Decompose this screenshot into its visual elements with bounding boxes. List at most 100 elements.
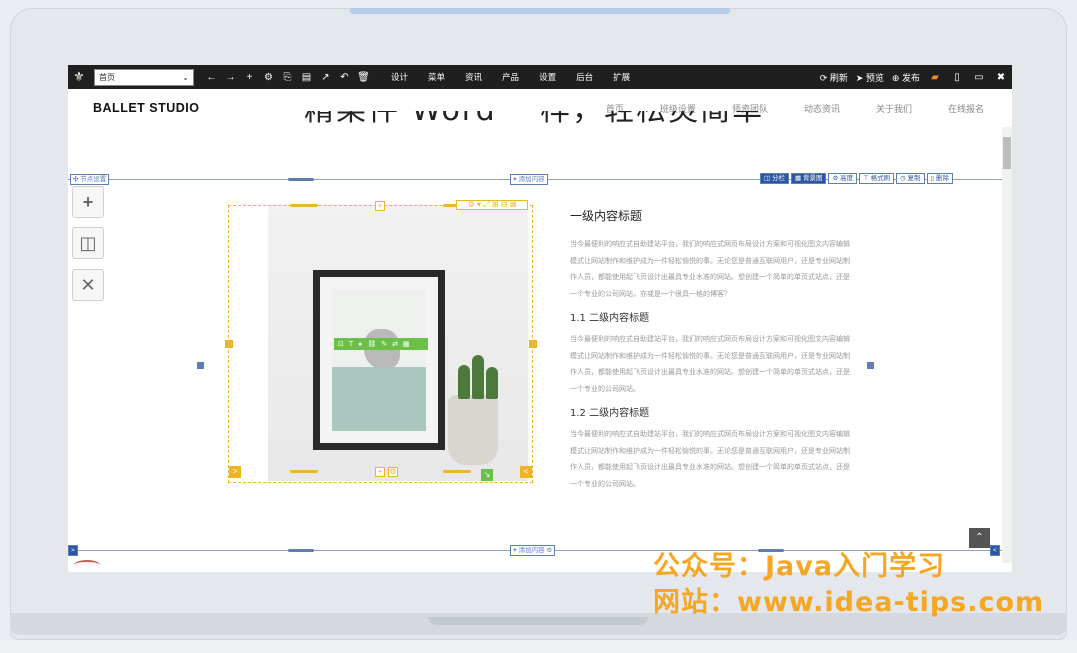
info-icon[interactable]: ● (358, 341, 362, 348)
delete-section-button[interactable]: ▯ 删除 (926, 173, 953, 184)
watermark-line-1: 公众号：Java入门学习 (653, 551, 946, 582)
gallery-icon[interactable]: ▦ (403, 340, 410, 348)
page-scroll-thumb[interactable] (1003, 137, 1011, 169)
copy-icon[interactable]: ⎘ (278, 72, 297, 83)
delete-icon[interactable]: 🗑 (354, 72, 373, 83)
clock-icon: ◷ (900, 175, 906, 182)
section-settings-label: 节点设置 (80, 176, 107, 183)
laptop-top-highlight (350, 8, 730, 14)
menu-settings[interactable]: 设置 (529, 71, 566, 83)
resize-bottom-dash[interactable] (290, 470, 318, 473)
paste-icon[interactable]: ▤ (297, 72, 316, 83)
settings-icon[interactable]: ⚙ (259, 72, 278, 83)
page-select-value: 首页 (99, 72, 115, 82)
desktop-view-icon[interactable]: ▭ (968, 72, 990, 83)
scrolled-heading: 精某件 Word 一样，轻松灵简单 (304, 111, 764, 135)
collapse-right-icon[interactable]: < (990, 545, 1000, 556)
section-guide-dash (288, 549, 314, 552)
undo-icon[interactable]: ← (202, 72, 221, 83)
page-scrollbar[interactable] (1002, 127, 1012, 563)
move-left-icon[interactable]: > (229, 466, 241, 478)
resize-left-handle[interactable] (225, 340, 233, 348)
format-painter-button[interactable]: ⊤ 格式刷 (859, 173, 895, 184)
section-guide-dash (288, 178, 314, 181)
link-icon[interactable]: ↘ (481, 469, 493, 481)
chat-icon[interactable]: ▰ (924, 72, 946, 83)
chevron-up-icon: ⌃ (975, 532, 984, 543)
site-nav-item-about[interactable]: 关于我们 (876, 102, 912, 115)
globe-icon: ⊕ (891, 72, 900, 83)
site-brand[interactable]: BALLET STUDIO (93, 101, 200, 115)
chevron-down-icon: ⌄ (182, 72, 189, 82)
crop-icon[interactable]: ⊡ (338, 340, 344, 348)
text-content-column[interactable]: 一级内容标题 当今最便利的响应式自助建站平台，我们的响应式网页布局设计方案和可视… (570, 207, 850, 499)
brush-icon: ⊤ (863, 175, 869, 182)
add-content-top-button[interactable]: + 添加内容 (510, 174, 548, 185)
add-below-icon[interactable]: + (375, 467, 385, 477)
resize-top-dash[interactable] (290, 204, 318, 207)
refresh-label: 刷新 (829, 72, 848, 83)
send-icon: ➤ (855, 72, 864, 83)
columns-button[interactable]: ◫ 分栏 (760, 173, 789, 184)
refresh-button[interactable]: ⟳ 刷新 (816, 71, 852, 84)
add-above-icon[interactable]: + (375, 201, 385, 211)
column-left-handle[interactable] (197, 362, 204, 369)
site-nav-item-news[interactable]: 动态资讯 (804, 102, 840, 115)
add-icon[interactable]: + (240, 72, 259, 83)
resize-bottom-dash[interactable] (443, 470, 471, 473)
back-icon[interactable]: ↶ (335, 72, 354, 83)
publish-label: 发布 (901, 72, 920, 83)
close-icon: ✕ (80, 274, 96, 295)
copy-section-button[interactable]: ◷ 复制 (896, 173, 925, 184)
refresh-icon: ⟳ (819, 72, 828, 83)
resize-right-handle[interactable] (529, 340, 537, 348)
columns-icon: ◫ (764, 175, 771, 182)
trash-icon: ▯ (930, 175, 935, 182)
back-to-top-button[interactable]: ⌃ (969, 528, 990, 548)
section-toolstrip: ◫ 分栏 ▦ 背景图 ⚙ 高度 ⊤ 格式刷 ◷ 复制 ▯ 删除 (760, 173, 953, 184)
publish-button[interactable]: ⊕ 发布 (888, 71, 924, 84)
remove-module-button[interactable]: ✕ (72, 269, 104, 301)
text-icon[interactable]: T (349, 341, 353, 348)
menu-products[interactable]: 产品 (492, 71, 529, 83)
height-label: 高度 (840, 175, 854, 182)
redo-icon[interactable]: → (221, 72, 240, 83)
section-settings-tag[interactable]: ✣ 节点设置 (70, 174, 110, 185)
settings-below-icon[interactable]: ⚙ (388, 467, 398, 477)
edit-icon[interactable]: ✎ (381, 340, 387, 348)
editor-screen: ⚜ 首页 ⌄ ← → + ⚙ ⎘ ▤ ↗ ↶ 🗑 设计 菜单 资讯 产品 设置 … (68, 65, 1012, 572)
gear-icon: ⚙ (832, 175, 839, 182)
menu-backend[interactable]: 后台 (566, 71, 603, 83)
menu-design[interactable]: 设计 (381, 71, 418, 83)
add-module-button[interactable]: + (72, 186, 104, 218)
site-nav-item-signup[interactable]: 在线报名 (948, 102, 984, 115)
layout-button[interactable]: ◫ (72, 227, 104, 259)
link-icon[interactable]: ⛓ (367, 340, 376, 348)
mobile-view-icon[interactable]: ▯ (946, 72, 968, 83)
collapse-left-icon[interactable]: > (68, 545, 78, 556)
column-right-handle[interactable] (867, 362, 874, 369)
scrolled-heading-text: 精某件 Word 一样，轻松灵简单 (304, 111, 764, 128)
replace-icon[interactable]: ⇄ (392, 340, 398, 348)
columns-layout-icon: ◫ (79, 232, 97, 253)
menu-extensions[interactable]: 扩展 (603, 71, 640, 83)
plus-icon: + (82, 191, 94, 212)
add-content-bottom-button[interactable]: + 添加内容 ⚙ (510, 545, 556, 556)
menu-news[interactable]: 资讯 (455, 71, 492, 83)
content-heading-1-2: 1.2 二级内容标题 (570, 408, 650, 419)
move-right-icon[interactable]: < (520, 466, 532, 478)
laptop-notch (428, 617, 648, 625)
menu-navigation[interactable]: 菜单 (418, 71, 455, 83)
height-button[interactable]: ⚙ 高度 (828, 173, 858, 184)
plus-icon: + (513, 547, 517, 554)
image-tools-bar[interactable]: ⚙ ▾ ⤢ ⊞ ⊟ ⊠ (456, 200, 528, 210)
background-image-button[interactable]: ▦ 背景图 (790, 173, 827, 184)
app-logo-icon[interactable]: ⚜ (68, 65, 90, 89)
page-select[interactable]: 首页 ⌄ (94, 68, 194, 86)
preview-button[interactable]: ➤ 预览 (852, 71, 888, 84)
columns-label: 分栏 (771, 175, 785, 182)
image-edit-toolbar[interactable]: ⊡ T ● ⛓ ✎ ⇄ ▦ (334, 338, 428, 350)
add-content-bottom-label: 添加内容 (518, 547, 545, 554)
close-icon[interactable]: ✖ (990, 72, 1012, 83)
share-icon[interactable]: ↗ (316, 72, 335, 83)
